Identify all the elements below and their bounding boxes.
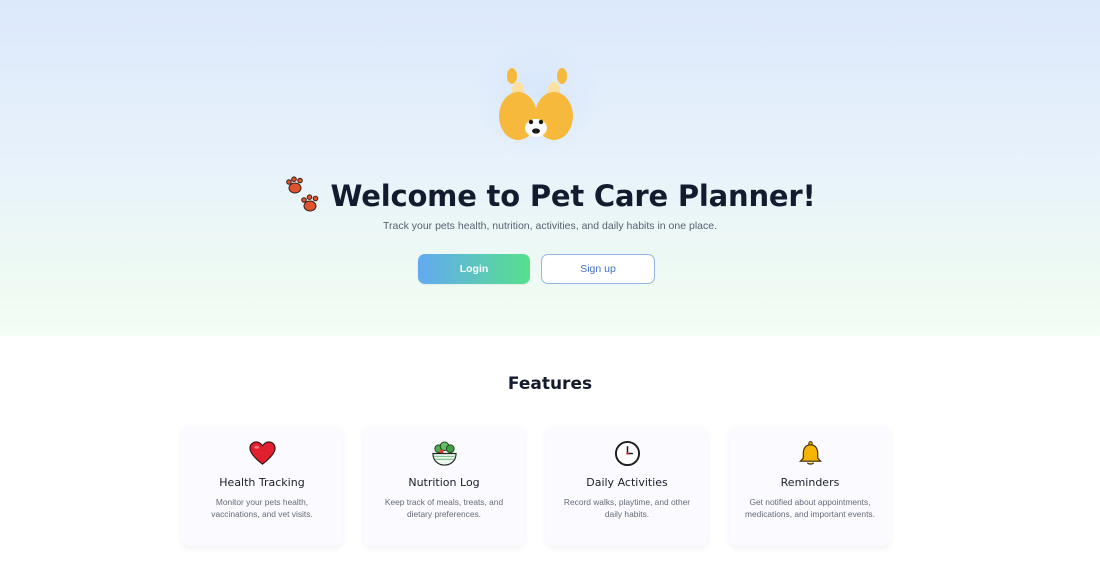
heart-icon — [249, 441, 276, 465]
feature-title: Reminders — [780, 476, 840, 489]
hero-subtitle: Track your pets health, nutrition, activ… — [382, 220, 718, 232]
salad-bowl-icon — [432, 441, 457, 466]
title-row: Welcome to Pet Care Planner! — [0, 176, 1100, 214]
feature-description: Monitor your pets health, vaccinations, … — [211, 497, 313, 520]
feature-description: Get notified about appointments, medicat… — [745, 497, 875, 520]
clock-icon — [614, 440, 641, 467]
login-button[interactable]: Login — [418, 254, 530, 284]
feature-title: Daily Activities — [586, 476, 668, 489]
feature-description: Record walks, playtime, and other daily … — [563, 497, 691, 520]
feature-card-activities: Daily Activities Record walks, playtime,… — [546, 426, 708, 546]
feature-card-health: Health Tracking Monitor your pets health… — [181, 426, 343, 546]
feature-title: Nutrition Log — [408, 476, 480, 489]
signup-button[interactable]: Sign up — [541, 254, 655, 284]
page-title: Welcome to Pet Care Planner! — [330, 179, 816, 213]
hero-section: Welcome to Pet Care Planner! Track your … — [0, 0, 1100, 336]
dog-face-icon — [499, 68, 573, 140]
bell-icon — [798, 441, 823, 465]
feature-description: Keep track of meals, treats, and dietary… — [384, 497, 504, 520]
feature-card-nutrition: Nutrition Log Keep track of meals, treat… — [363, 426, 525, 546]
feature-card-reminders: Reminders Get notified about appointment… — [729, 426, 891, 546]
features-heading: Features — [507, 374, 593, 394]
feature-title: Health Tracking — [219, 476, 305, 489]
paw-prints-icon — [285, 176, 318, 212]
